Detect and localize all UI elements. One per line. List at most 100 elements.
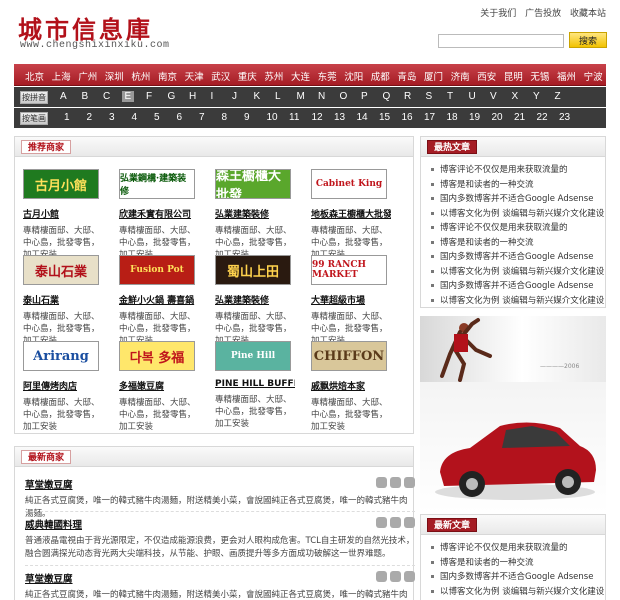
city-link[interactable]: 沈阳	[344, 69, 363, 83]
city-link[interactable]: 无锡	[530, 69, 549, 83]
merchant-card[interactable]: Pine Hill PINE HILL BUFFET 專精樓面邸、大邸、中心島，批發…	[215, 341, 295, 430]
city-link[interactable]: 天津	[185, 69, 204, 83]
stroke-index-item[interactable]: 7	[199, 112, 205, 123]
stroke-index-item[interactable]: 11	[289, 112, 299, 123]
letter-index-item[interactable]: U	[469, 91, 476, 102]
comment-icon[interactable]	[390, 517, 401, 528]
stroke-index-item[interactable]: 13	[334, 112, 345, 123]
share-icon[interactable]	[404, 571, 415, 582]
article-link[interactable]: 国内多数博客并不适合Google Adsense	[431, 250, 593, 262]
letter-index-item[interactable]: I	[211, 91, 214, 102]
city-link[interactable]: 大连	[291, 69, 310, 83]
letter-index-item[interactable]: V	[490, 91, 497, 102]
letter-index-item[interactable]: B	[82, 91, 89, 102]
merchant-card[interactable]: 古月小館古月小館專精樓面邸、大邸、中心島，批發零售，加工安装	[23, 169, 103, 261]
stroke-index-item[interactable]: 20	[492, 112, 503, 123]
stroke-index-item[interactable]: 18	[447, 112, 458, 123]
city-link[interactable]: 宁波	[584, 69, 603, 83]
letter-index-item[interactable]: K	[254, 91, 261, 102]
city-link[interactable]: 重庆	[238, 69, 257, 83]
letter-index-item[interactable]: Y	[533, 91, 540, 102]
merchant-name[interactable]: 地板森王櫥櫃大批發	[311, 207, 391, 220]
article-link[interactable]: 国内多数博客并不适合Google Adsense	[431, 192, 593, 204]
merchant-banner[interactable]: 泰山石業	[23, 255, 99, 285]
city-link[interactable]: 昆明	[504, 69, 523, 83]
merchant-banner[interactable]: 森王櫥櫃大批發	[215, 169, 291, 199]
stroke-index-item[interactable]: 3	[109, 112, 115, 123]
stroke-index-item[interactable]: 15	[379, 112, 390, 123]
latest-item[interactable]: 威典韓國料理 普通液晶電視由于背光源限定，不仅造成能源浪费，更会对人眼构成危害。T…	[25, 517, 415, 561]
letter-index-item[interactable]: M	[297, 91, 305, 102]
merchant-name[interactable]: 弘業建築裝修	[215, 207, 295, 220]
letter-index-item[interactable]: E	[121, 91, 135, 102]
stroke-index-item[interactable]: 21	[514, 112, 525, 123]
city-link[interactable]: 广州	[78, 69, 97, 83]
letter-index-item[interactable]: A	[60, 91, 67, 102]
city-link[interactable]: 北京	[25, 69, 44, 83]
merchant-banner[interactable]: CHIFFON	[311, 341, 387, 371]
stroke-index-item[interactable]: 4	[132, 112, 138, 123]
stroke-index-item[interactable]: 9	[244, 112, 250, 123]
article-link[interactable]: 国内多数博客并不适合Google Adsense	[431, 570, 593, 582]
comment-icon[interactable]	[390, 477, 401, 488]
city-link[interactable]: 福州	[557, 69, 576, 83]
city-link[interactable]: 东莞	[318, 69, 337, 83]
merchant-banner[interactable]: 古月小館	[23, 169, 99, 199]
merchant-card[interactable]: 森王櫥櫃大批發弘業建築裝修專精樓面邸、大邸、中心島，批發零售，加工安装	[215, 169, 295, 261]
latest-item-title[interactable]: 草堂嫩豆腐	[25, 571, 415, 585]
city-link[interactable]: 济南	[451, 69, 470, 83]
article-link[interactable]: 博客是和读者的一种交流	[431, 556, 534, 568]
stroke-index-item[interactable]: 10	[267, 112, 278, 123]
letter-index-item[interactable]: N	[318, 91, 325, 102]
search-input[interactable]	[438, 34, 564, 48]
merchant-name[interactable]: 多福嫩豆腐	[119, 379, 199, 392]
merchant-card[interactable]: Arirang 阿里傳烤肉店 專精樓面邸、大邸、中心島，批發零售，加工安装	[23, 341, 103, 433]
letter-index-item[interactable]: F	[146, 91, 152, 102]
merchant-card[interactable]: Cabinet King地板森王櫥櫃大批發專精樓面邸、大邸、中心島，批發零售，加…	[311, 169, 391, 261]
merchant-banner[interactable]: Fusion Pot	[119, 255, 195, 285]
view-icon[interactable]	[376, 571, 387, 582]
city-link[interactable]: 成都	[371, 69, 390, 83]
stroke-index-item[interactable]: 6	[177, 112, 183, 123]
stroke-index-item[interactable]: 14	[357, 112, 368, 123]
article-link[interactable]: 博客评论不仅仅是用来获取流量的	[431, 163, 568, 175]
article-link[interactable]: 博客评论不仅仅是用来获取流量的	[431, 541, 568, 553]
merchant-banner[interactable]: Arirang	[23, 341, 99, 371]
stroke-index-item[interactable]: 12	[312, 112, 323, 123]
article-link[interactable]: 国内多数博客并不适合Google Adsense	[431, 279, 593, 291]
article-link[interactable]: 以博客文化为例 谈编辑与新兴媒介文化建设	[431, 265, 604, 277]
stroke-index-item[interactable]: 2	[87, 112, 93, 123]
letter-index-item[interactable]: X	[512, 91, 519, 102]
city-link[interactable]: 西安	[477, 69, 496, 83]
letter-index-item[interactable]: G	[168, 91, 176, 102]
letter-index-item[interactable]: S	[426, 91, 433, 102]
merchant-name[interactable]: 欣建禾實有限公司	[119, 207, 199, 220]
letter-index-item[interactable]: L	[275, 91, 281, 102]
merchant-name[interactable]: 弘業建築裝修	[215, 293, 295, 306]
merchant-card[interactable]: 蜀山上田弘業建築裝修專精樓面邸、大邸、中心島，批發零售，加工安装	[215, 255, 295, 347]
article-link[interactable]: 以博客文化为例 谈编辑与新兴媒介文化建设	[431, 585, 604, 597]
letter-index-item[interactable]: T	[447, 91, 453, 102]
merchant-banner[interactable]: 99 RANCH MARKET	[311, 255, 387, 285]
city-link[interactable]: 上海	[52, 69, 71, 83]
view-icon[interactable]	[376, 517, 387, 528]
stroke-index-item[interactable]: 5	[154, 112, 160, 123]
merchant-card[interactable]: Fusion Pot金鮮小火鍋 壽喜鍋專精樓面邸、大邸、中心島，批發零售，加工安…	[119, 255, 199, 347]
merchant-card[interactable]: 다복 多福 多福嫩豆腐 專精樓面邸、大邸、中心島，批發零售，加工安装	[119, 341, 199, 433]
merchant-banner[interactable]: 蜀山上田	[215, 255, 291, 285]
city-link[interactable]: 深圳	[105, 69, 124, 83]
merchant-name[interactable]: 金鮮小火鍋 壽喜鍋	[119, 293, 199, 306]
merchant-name[interactable]: 泰山石業	[23, 293, 103, 306]
letter-index-item[interactable]: R	[404, 91, 411, 102]
city-link[interactable]: 杭州	[131, 69, 150, 83]
bookmark-link[interactable]: 收藏本站	[570, 9, 606, 19]
stroke-index-item[interactable]: 19	[469, 112, 480, 123]
merchant-name[interactable]: 古月小館	[23, 207, 103, 220]
merchant-card[interactable]: 弘業鋼構·建築装修欣建禾實有限公司專精樓面邸、大邸、中心島，批發零售，加工安装	[119, 169, 199, 261]
article-link[interactable]: 博客评论不仅仅是用来获取流量的	[431, 221, 568, 233]
merchant-banner[interactable]: Cabinet King	[311, 169, 387, 199]
share-icon[interactable]	[404, 517, 415, 528]
letter-index-item[interactable]: Z	[555, 91, 561, 102]
article-link[interactable]: 博客是和读者的一种交流	[431, 236, 534, 248]
latest-item-title[interactable]: 威典韓國料理	[25, 517, 415, 531]
